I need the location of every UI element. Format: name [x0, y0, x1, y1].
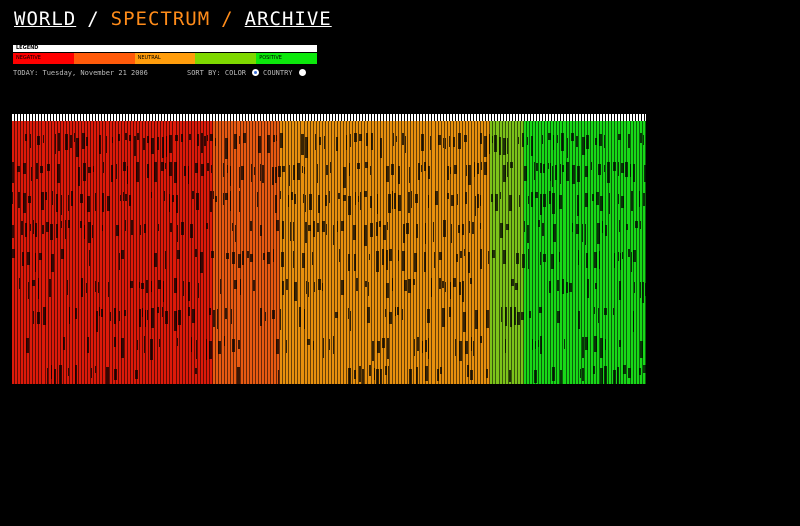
nav-archive-link[interactable]: ARCHIVE — [245, 8, 332, 30]
news-source-column[interactable] — [642, 121, 646, 384]
sort-by-color-label: SORT BY: COLOR — [187, 69, 247, 77]
spectrum-tick-strip — [12, 114, 646, 121]
legend-swatch: NEUTRAL — [134, 53, 196, 64]
status-bar: TODAY: Tuesday, November 21 2006 SORT BY… — [13, 69, 323, 77]
nav-spectrum-link[interactable]: SPECTRUM — [111, 8, 211, 30]
legend-swatch: POSITIVE — [256, 53, 317, 64]
spectrum-columns — [12, 121, 646, 384]
legend-swatches: NEGATIVE NEUTRAL POSITIVE — [13, 53, 317, 64]
nav-separator: / — [221, 8, 234, 30]
legend-swatch — [195, 53, 257, 64]
sort-color-radio[interactable] — [252, 69, 260, 76]
today-date: TODAY: Tuesday, November 21 2006 — [13, 69, 148, 77]
nav-world-link[interactable]: WORLD — [14, 8, 76, 30]
legend-swatch — [73, 53, 135, 64]
legend-title: LEGEND — [13, 45, 317, 52]
sort-country-radio[interactable] — [298, 69, 306, 76]
spectrum-visualization — [12, 114, 646, 384]
breadcrumb-nav: WORLD / SPECTRUM / ARCHIVE — [14, 8, 332, 30]
nav-separator: / — [87, 8, 100, 30]
legend: LEGEND NEGATIVE NEUTRAL POSITIVE — [13, 45, 317, 64]
legend-swatch: NEGATIVE — [13, 53, 74, 64]
sort-controls: SORT BY: COLOR COUNTRY — [187, 69, 310, 77]
sort-country-label: COUNTRY — [263, 69, 293, 77]
